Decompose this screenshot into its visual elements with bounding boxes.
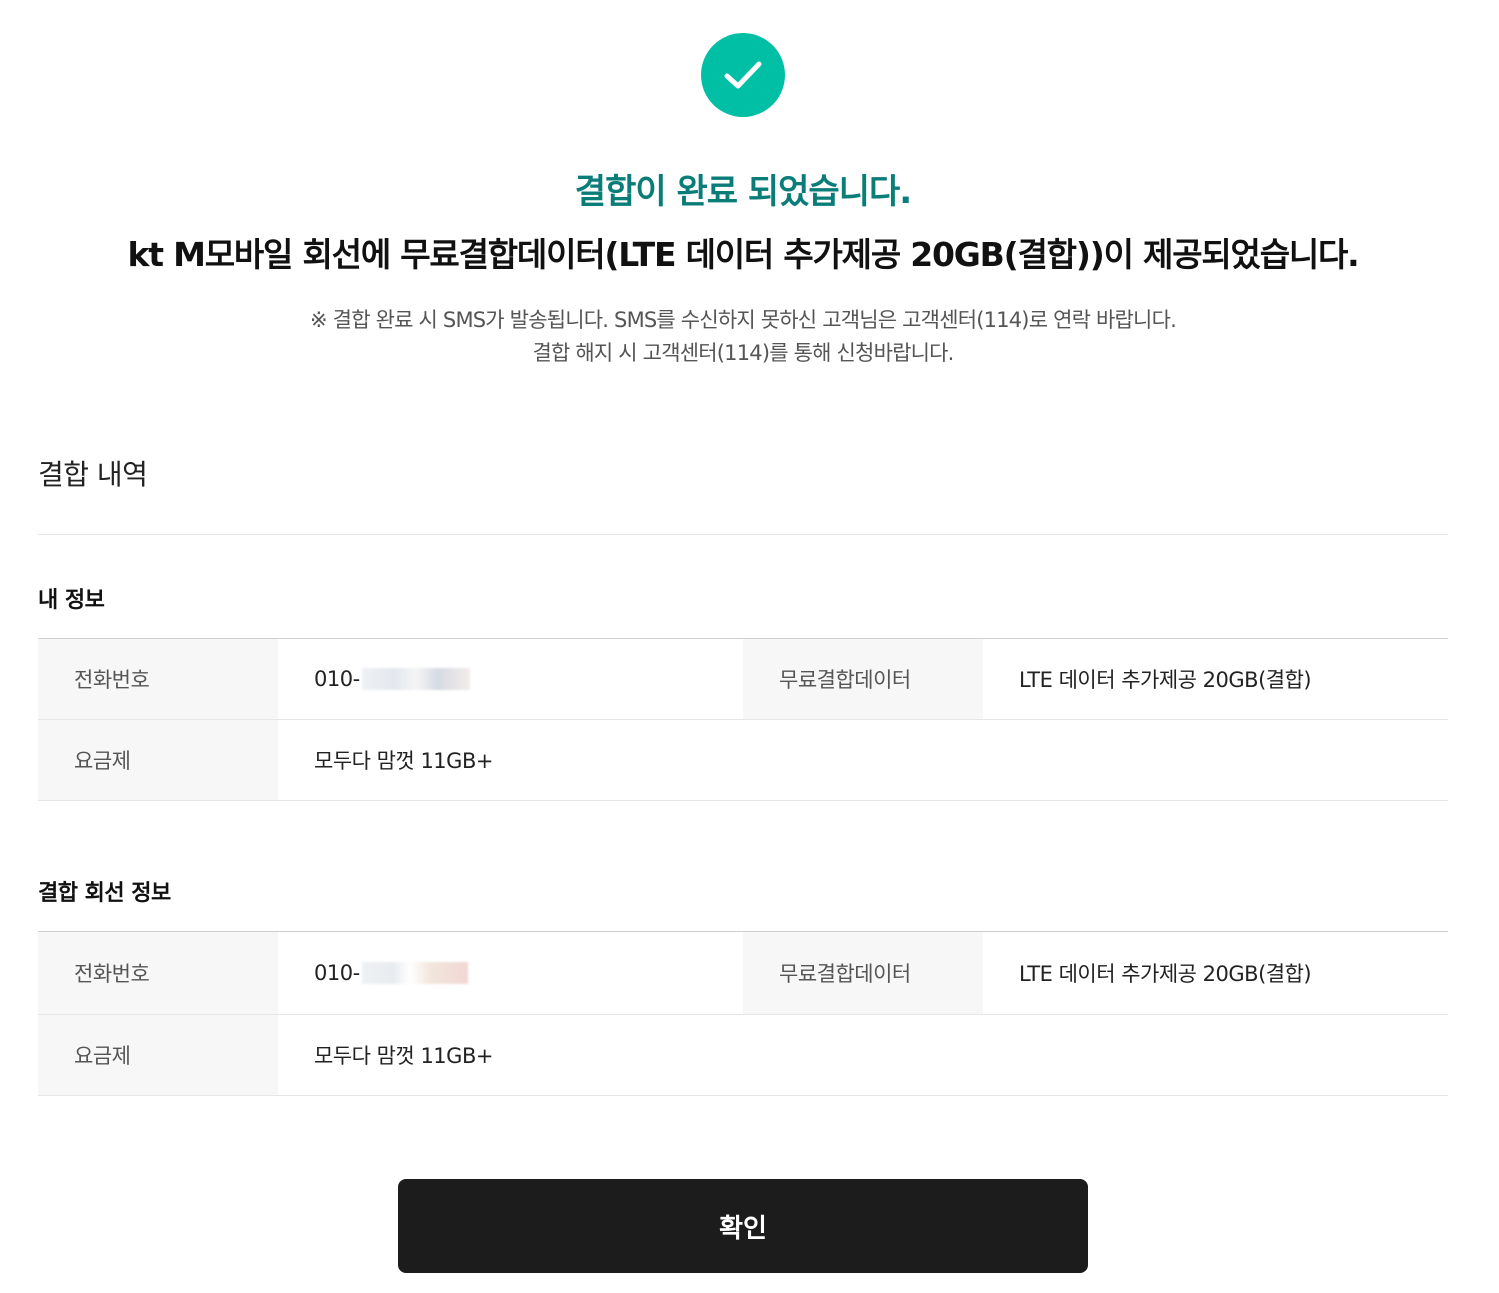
- phone-label: 전화번호: [38, 639, 278, 719]
- free-data-label: 무료결합데이터: [743, 932, 983, 1014]
- free-data-value: LTE 데이터 추가제공 20GB(결합): [1019, 962, 1312, 986]
- notice-line-cancel: 결합 해지 시 고객센터(114)를 통해 신청바랍니다.: [532, 341, 954, 365]
- free-data-value: LTE 데이터 추가제공 20GB(결합): [1019, 668, 1312, 692]
- combination-complete-page: 결합이 완료 되었습니다. kt M모바일 회선에 무료결합데이터(LTE 데이…: [0, 0, 1499, 1293]
- sms-notice: ※ 결합 완료 시 SMS가 발송됩니다. SMS를 수신하지 못하신 고객님은…: [0, 304, 1486, 370]
- notice-line-sms: ※ 결합 완료 시 SMS가 발송됩니다. SMS를 수신하지 못하신 고객님은…: [310, 308, 1177, 332]
- plan-label: 요금제: [38, 720, 278, 800]
- phone-label: 전화번호: [38, 932, 278, 1014]
- masked-phone-number: [361, 668, 470, 690]
- table-row: 요금제 모두다 맘껏 11GB+: [38, 1015, 1448, 1096]
- completion-headline: 결합이 완료 되었습니다.: [574, 172, 912, 212]
- phone-value: 010-: [278, 639, 743, 719]
- phone-value: 010-: [278, 932, 743, 1014]
- plan-label: 요금제: [38, 1015, 278, 1095]
- free-data-label: 무료결합데이터: [743, 639, 983, 719]
- my-info-title: 내 정보: [38, 588, 105, 613]
- linked-line-table: 전화번호 010- 무료결합데이터 LTE 데이터 추가제공 20GB(결합) …: [38, 931, 1448, 1096]
- plan-value: 모두다 맘껏 11GB+: [314, 1044, 493, 1068]
- linked-line-title: 결합 회선 정보: [38, 881, 171, 906]
- check-icon: [724, 61, 762, 89]
- section-divider: [38, 534, 1448, 535]
- plan-value: 모두다 맘껏 11GB+: [314, 749, 493, 773]
- phone-prefix: 010-: [314, 667, 360, 691]
- section-title-combination-details: 결합 내역: [38, 458, 148, 491]
- completion-message: kt M모바일 회선에 무료결합데이터(LTE 데이터 추가제공 20GB(결합…: [127, 235, 1359, 274]
- table-row: 전화번호 010- 무료결합데이터 LTE 데이터 추가제공 20GB(결합): [38, 932, 1448, 1015]
- phone-prefix: 010-: [314, 961, 360, 985]
- masked-phone-number: [361, 962, 468, 984]
- success-badge: [701, 33, 785, 117]
- my-info-table: 전화번호 010- 무료결합데이터 LTE 데이터 추가제공 20GB(결합) …: [38, 638, 1448, 801]
- confirm-button[interactable]: 확인: [398, 1179, 1088, 1273]
- table-row: 요금제 모두다 맘껏 11GB+: [38, 720, 1448, 801]
- table-row: 전화번호 010- 무료결합데이터 LTE 데이터 추가제공 20GB(결합): [38, 639, 1448, 720]
